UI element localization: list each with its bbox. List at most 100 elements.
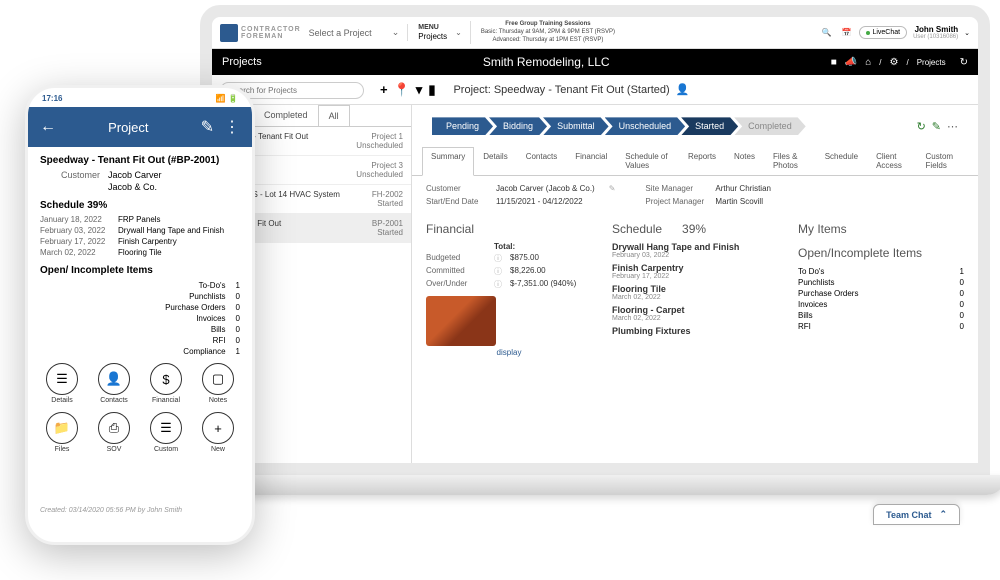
livechat-label: LiveChat: [872, 29, 900, 36]
phase-pending[interactable]: Pending: [432, 117, 493, 135]
subtab-reports[interactable]: Reports: [679, 147, 725, 175]
livechat-button[interactable]: LiveChat: [859, 26, 907, 39]
status-dot-icon: [866, 31, 870, 35]
subtab-schedule[interactable]: Schedule: [816, 147, 867, 175]
phone-project-name: Speedway - Tenant Fit Out (#BP-2001): [40, 155, 240, 166]
phone-action-new[interactable]: +New: [196, 412, 240, 453]
phase-completed[interactable]: Completed: [734, 117, 806, 135]
edit-icon[interactable]: ✎: [201, 117, 214, 137]
subtab-sov[interactable]: Schedule of Values: [616, 147, 679, 175]
gear-icon[interactable]: ⚙: [889, 57, 898, 68]
subtab-contacts[interactable]: Contacts: [517, 147, 567, 175]
phone-title: Project: [66, 120, 191, 135]
search-icon[interactable]: 🔍: [819, 26, 833, 40]
project-detail-panel: Pending Bidding Submittal Unscheduled St…: [412, 105, 978, 469]
thumbnail-image[interactable]: [426, 296, 496, 346]
refresh-icon[interactable]: ↻: [960, 57, 968, 68]
logo-icon: [220, 24, 238, 42]
add-icon[interactable]: +: [380, 82, 388, 98]
user-menu[interactable]: John Smith User (10316086): [913, 25, 958, 40]
phone-customer-val1: Jacob Carver: [108, 170, 162, 180]
subtab-notes[interactable]: Notes: [725, 147, 764, 175]
subtab-details[interactable]: Details: [474, 147, 516, 175]
phase-started[interactable]: Started: [681, 117, 738, 135]
status-icons: 📶 🔋: [216, 94, 238, 103]
subtab-custom[interactable]: Custom Fields: [917, 147, 968, 175]
phone-customer-label: Customer: [40, 170, 100, 180]
phase-unscheduled[interactable]: Unscheduled: [605, 117, 686, 135]
edit-icon[interactable]: ✎: [609, 184, 616, 193]
projectmanager-value: Martin Scovill: [715, 197, 763, 206]
over-label: Over/Under: [426, 279, 486, 290]
schedule-title: Schedule: [612, 222, 662, 236]
tab-all[interactable]: All: [318, 105, 350, 126]
company-name: Smith Remodeling, LLC: [483, 55, 610, 69]
subtab-client[interactable]: Client Access: [867, 147, 916, 175]
breadcrumb-bar: Projects Smith Remodeling, LLC ■ 📣 ⌂ / ⚙…: [212, 49, 978, 75]
pin-icon[interactable]: 📍: [394, 82, 410, 98]
phone-action-details[interactable]: ☰Details: [40, 363, 84, 404]
subtab-financial[interactable]: Financial: [566, 147, 616, 175]
training-basic: Basic: Thursday at 9AM, 2PM & 9PM EST (R…: [481, 29, 615, 37]
phone-footer: Created: 03/14/2020 05:56 PM by John Smi…: [28, 507, 252, 514]
columns-icon[interactable]: ▮: [428, 82, 435, 98]
phone-action-financial[interactable]: $Financial: [144, 363, 188, 404]
sitemanager-value: Arthur Christian: [715, 184, 771, 193]
tab-completed[interactable]: Completed: [254, 105, 318, 126]
desktop-header: CONTRACTORFOREMAN Select a Project ⌄ MEN…: [212, 17, 978, 49]
phone-device: 17:16 📶 🔋 ← Project ✎ ⋮ Speedway - Tenan…: [25, 85, 255, 545]
sov-icon: ⎙: [98, 412, 130, 444]
status-time: 17:16: [42, 94, 62, 103]
logo[interactable]: CONTRACTORFOREMAN: [220, 24, 301, 42]
dollar-icon: $: [150, 363, 182, 395]
home-icon[interactable]: ⌂: [865, 57, 871, 68]
phone-action-custom[interactable]: ☰Custom: [144, 412, 188, 453]
projectmanager-label: Project Manager: [645, 197, 705, 206]
back-icon[interactable]: ←: [40, 118, 56, 136]
brand-name: CONTRACTOR: [241, 26, 301, 33]
total-label: Total:: [494, 242, 515, 251]
edit-icon[interactable]: ✎: [932, 120, 941, 133]
project-heading: Project: Speedway - Tenant Fit Out (Star…: [453, 84, 669, 96]
notes-icon: ▢: [202, 363, 234, 395]
date-value: 11/15/2021 - 04/12/2022: [496, 197, 583, 206]
plus-icon: +: [202, 412, 234, 444]
announce-icon[interactable]: 📣: [845, 57, 857, 68]
calendar-icon[interactable]: 📅: [839, 26, 853, 40]
phone-customer-val2: Jacob & Co.: [108, 182, 157, 192]
page-title: Projects: [222, 56, 262, 68]
breadcrumb[interactable]: Projects: [917, 58, 946, 67]
project-selector[interactable]: Select a Project ⌄: [309, 27, 400, 38]
refresh-icon[interactable]: ↻: [917, 120, 926, 133]
phone-action-notes[interactable]: ▢Notes: [196, 363, 240, 404]
committed-label: Committed: [426, 266, 486, 277]
menu-dropdown[interactable]: MENU Projects: [407, 24, 447, 41]
myitems-panel: My Items Open/Incomplete Items To Do's1 …: [798, 222, 964, 357]
subtab-files[interactable]: Files & Photos: [764, 147, 816, 175]
training-title: Free Group Training Sessions: [481, 21, 615, 29]
laptop-base: [185, 475, 1000, 495]
phase-bidding[interactable]: Bidding: [489, 117, 547, 135]
laptop-device: CONTRACTORFOREMAN Select a Project ⌄ MEN…: [200, 5, 990, 525]
financial-panel: Financial Total: Budgetedⓘ$875.00 Commit…: [426, 222, 592, 357]
phone-action-files[interactable]: 📁Files: [40, 412, 84, 453]
more-icon[interactable]: ⋮: [224, 117, 240, 137]
phone-action-contacts[interactable]: 👤Contacts: [92, 363, 136, 404]
more-icon[interactable]: ⋯: [947, 120, 958, 133]
phase-submittal[interactable]: Submittal: [543, 117, 609, 135]
video-icon[interactable]: ■: [831, 57, 837, 68]
thumbnail-label[interactable]: display: [426, 348, 592, 357]
person-icon[interactable]: 👤: [676, 83, 690, 96]
menu-label: MENU: [418, 24, 447, 31]
training-info: Free Group Training Sessions Basic: Thur…: [470, 21, 615, 44]
chevron-down-icon: ⌄: [964, 29, 970, 37]
open-items-title: Open/Incomplete Items: [798, 246, 964, 260]
financial-title: Financial: [426, 222, 592, 236]
phone-action-sov[interactable]: ⎙SOV: [92, 412, 136, 453]
phone-schedule-title: Schedule 39%: [40, 200, 240, 211]
phone-header: ← Project ✎ ⋮: [28, 107, 252, 147]
myitems-title: My Items: [798, 222, 964, 236]
chevron-down-icon: ⌄: [455, 28, 462, 37]
filter-icon[interactable]: ▾: [416, 82, 423, 98]
subtab-summary[interactable]: Summary: [422, 147, 474, 176]
